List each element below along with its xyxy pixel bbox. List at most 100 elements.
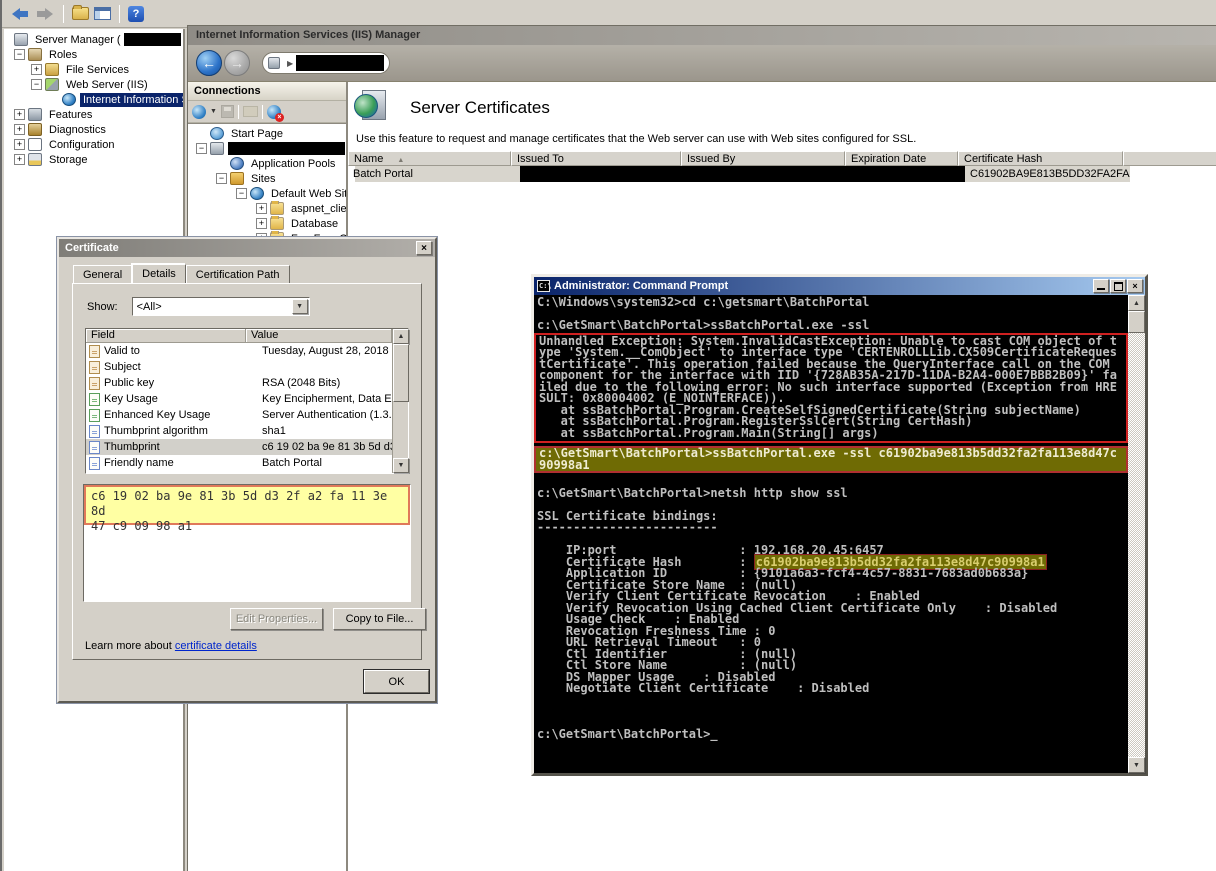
- tree-item-file-services[interactable]: +File Services: [4, 62, 183, 77]
- tree-item-default-web-site[interactable]: −Default Web Site: [188, 186, 346, 201]
- field-value: Tuesday, August 28, 2018 8:0...: [262, 345, 392, 357]
- edit-properties-button: Edit Properties...: [230, 608, 323, 630]
- column-header-issued-to[interactable]: Issued To: [511, 151, 681, 166]
- console-tree-icon[interactable]: [94, 7, 111, 20]
- minus-expander-icon[interactable]: −: [196, 143, 207, 154]
- help-icon[interactable]: ?: [128, 6, 144, 22]
- feature-description: Use this feature to request and manage c…: [356, 133, 916, 145]
- cert-field-row-public-key[interactable]: Public keyRSA (2048 Bits): [86, 375, 392, 391]
- web-site-icon: [250, 187, 264, 200]
- field-column-header[interactable]: Field: [86, 329, 246, 343]
- plus-expander-icon[interactable]: +: [14, 154, 25, 165]
- start-page-icon: [210, 127, 224, 140]
- console-line: at ssBatchPortal.Program.Main(String[] a…: [536, 428, 1125, 440]
- close-icon[interactable]: ×: [416, 241, 432, 255]
- value-column-header[interactable]: Value: [246, 329, 392, 343]
- back-icon[interactable]: [10, 6, 30, 22]
- cert-field-row-thumbprint-algorithm[interactable]: Thumbprint algorithmsha1: [86, 423, 392, 439]
- cert-field-row-key-usage[interactable]: Key UsageKey Encipherment, Data Encip...: [86, 391, 392, 407]
- tree-item-aspnet-client[interactable]: +aspnet_client: [188, 201, 346, 216]
- tree-item-label: Database: [288, 217, 341, 231]
- cert-field-row-thumbprint[interactable]: Thumbprintc6 19 02 ba 9e 81 3b 5d d3 2f …: [86, 439, 392, 455]
- plus-expander-icon[interactable]: +: [256, 218, 267, 229]
- show-dropdown[interactable]: <All> ▼: [132, 297, 310, 316]
- tree-item-redacted[interactable]: −: [188, 141, 346, 156]
- scroll-up-icon[interactable]: ▲: [393, 329, 409, 344]
- field-name: Valid to: [104, 345, 262, 357]
- disconnect-icon[interactable]: ×: [267, 105, 281, 119]
- certificate-field-icon: [89, 361, 100, 374]
- chevron-down-icon[interactable]: ▼: [292, 299, 308, 314]
- folder-icon[interactable]: [72, 7, 89, 20]
- save-icon[interactable]: [221, 105, 234, 118]
- tab-certification-path[interactable]: Certification Path: [186, 265, 290, 284]
- plus-expander-icon[interactable]: +: [14, 109, 25, 120]
- tab-general[interactable]: General: [73, 265, 132, 284]
- plus-expander-icon[interactable]: +: [256, 203, 267, 214]
- column-header-expiration-date[interactable]: Expiration Date: [845, 151, 958, 166]
- field-name: Public key: [104, 377, 262, 389]
- server-manager-icon: [14, 33, 28, 46]
- console-line: C:\Windows\system32>cd c:\getsmart\Batch…: [534, 297, 1128, 309]
- tab-details[interactable]: Details: [132, 264, 186, 285]
- sort-ascending-icon: ▲: [397, 157, 404, 164]
- tree-item-storage[interactable]: +Storage: [4, 152, 183, 167]
- nav-forward-button[interactable]: →: [224, 50, 250, 76]
- certificate-details-link[interactable]: certificate details: [175, 640, 257, 652]
- column-header-name[interactable]: Name▲: [348, 151, 511, 166]
- console-scrollbar[interactable]: ▲ ▼: [1128, 295, 1145, 773]
- minus-expander-icon[interactable]: −: [236, 188, 247, 199]
- close-icon[interactable]: ×: [1127, 279, 1143, 293]
- column-header-issued-by[interactable]: Issued By: [681, 151, 845, 166]
- plus-expander-icon[interactable]: +: [14, 139, 25, 150]
- connect-icon[interactable]: [192, 105, 206, 119]
- cert-field-row-subject[interactable]: Subject: [86, 359, 392, 375]
- column-header-certificate-hash[interactable]: Certificate Hash: [958, 151, 1123, 166]
- plus-expander-icon[interactable]: +: [31, 64, 42, 75]
- scrollbar-thumb[interactable]: [393, 344, 409, 402]
- tree-item-start-page[interactable]: Start Page: [188, 126, 346, 141]
- console-line: 90998a1: [536, 460, 1126, 472]
- minimize-icon[interactable]: [1093, 279, 1109, 293]
- minus-expander-icon[interactable]: −: [216, 173, 227, 184]
- cmd-title-bar[interactable]: C:\ Administrator: Command Prompt ×: [534, 277, 1145, 295]
- tree-item-sites[interactable]: − Sites: [188, 171, 346, 186]
- chevron-down-icon[interactable]: ▼: [210, 108, 217, 115]
- certificates-list: Name▲ Issued To Issued By Expiration Dat…: [348, 151, 1216, 182]
- scroll-down-icon[interactable]: ▼: [1128, 757, 1145, 773]
- minus-expander-icon[interactable]: −: [14, 49, 25, 60]
- details-tab-panel: Show: <All> ▼ Field Value Valid toTuesda…: [72, 283, 422, 660]
- tree-item-features[interactable]: +Features: [4, 107, 183, 122]
- table-scrollbar[interactable]: ▲ ▼: [392, 329, 408, 473]
- tree-item-web-server-iis[interactable]: −Web Server (IIS): [4, 77, 183, 92]
- address-bar[interactable]: ▶: [262, 52, 390, 74]
- ok-button[interactable]: OK: [364, 670, 429, 693]
- cert-field-row-valid-to[interactable]: Valid toTuesday, August 28, 2018 8:0...: [86, 343, 392, 359]
- nav-back-button[interactable]: ←: [196, 50, 222, 76]
- forward-icon[interactable]: [35, 6, 55, 22]
- cert-field-row-enhanced-key-usage[interactable]: Enhanced Key UsageServer Authentication …: [86, 407, 392, 423]
- tree-item-diagnostics[interactable]: +Diagnostics: [4, 122, 183, 137]
- scrollbar-thumb[interactable]: [1128, 311, 1145, 333]
- scroll-up-icon[interactable]: ▲: [1128, 295, 1145, 311]
- tree-item-database[interactable]: + Database: [188, 216, 346, 231]
- tree-item-application-pools[interactable]: Application Pools: [188, 156, 346, 171]
- plus-expander-icon[interactable]: +: [14, 124, 25, 135]
- scroll-down-icon[interactable]: ▼: [393, 458, 409, 473]
- tree-item-internet-information-se[interactable]: Internet Information Se: [4, 92, 183, 107]
- up-level-icon[interactable]: [243, 106, 258, 117]
- certificate-fields-table: Field Value Valid toTuesday, August 28, …: [85, 328, 409, 474]
- tree-item-configuration[interactable]: +Configuration: [4, 137, 183, 152]
- cert-field-row-friendly-name[interactable]: Friendly nameBatch Portal: [86, 455, 392, 471]
- copy-to-file-button[interactable]: Copy to File...: [333, 608, 426, 630]
- table-row[interactable]: Batch Portal C61902BA9E813B5DD32FA2FA1..…: [348, 166, 1216, 182]
- minus-expander-icon[interactable]: −: [31, 79, 42, 90]
- thumbprint-line: 47 c9 09 98 a1: [91, 519, 403, 534]
- tree-item-label: Sites: [248, 172, 278, 186]
- dialog-tabs: General Details Certification Path: [73, 263, 290, 284]
- tree-item-roles[interactable]: − Roles: [4, 47, 183, 62]
- tree-item-label: Roles: [46, 48, 80, 62]
- maximize-icon[interactable]: [1110, 279, 1126, 293]
- learn-more-text: Learn more about certificate details: [85, 640, 257, 652]
- tree-item-server-manager[interactable]: Server Manager (: [4, 32, 183, 47]
